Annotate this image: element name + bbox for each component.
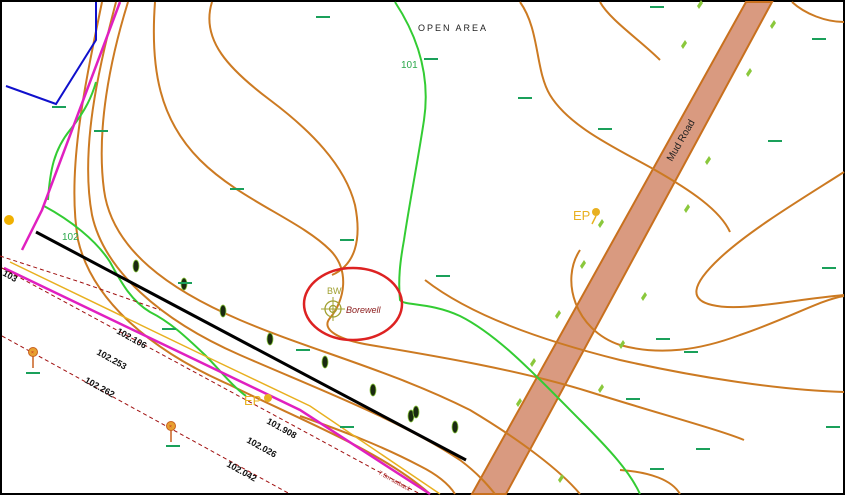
spot-height [598,128,612,130]
svg-text:×: × [31,350,34,356]
shrub-icon [266,332,274,346]
electric-pole-icon [4,215,14,225]
spot-height [626,398,640,400]
shrub-icon [219,304,227,318]
electric-pole-icon [264,394,272,402]
spot-height [26,372,40,374]
spot-height [684,351,698,353]
spot-height [178,282,192,284]
spot-height [518,97,532,99]
map-canvas: × × OPEN AREA 101 102 Mud Road BW Borewe… [0,0,845,495]
spot-height [436,275,450,277]
shrub-icon [132,259,140,273]
spot-height [52,106,66,108]
open-area-label: OPEN AREA [418,23,488,33]
spot-height [650,6,664,8]
ep-label: EP [573,208,590,223]
spot-height [656,338,670,340]
spot-height [296,349,310,351]
spot-height [230,188,244,190]
spot-height [424,58,438,60]
shrub-icon [412,405,420,419]
spot-height [94,130,108,132]
spot-height [822,267,836,269]
contour-101-label: 101 [401,60,418,71]
spot-height [340,239,354,241]
spot-height [826,426,840,428]
spot-height [316,16,330,18]
contour-102-label: 102 [62,232,79,243]
spot-height [768,140,782,142]
ep-label: EP [244,393,261,408]
spot-height [340,426,354,428]
borewell-label: Borewell [346,305,382,315]
spot-height [162,328,176,330]
site-survey-map[interactable]: × × OPEN AREA 101 102 Mud Road BW Borewe… [0,0,845,495]
spot-height [696,448,710,450]
svg-text:×: × [169,424,172,430]
spot-height [812,38,826,40]
borewell-code-label: BW [327,286,342,296]
shrub-icon [369,383,377,397]
spot-height [650,468,664,470]
spot-height [166,445,180,447]
shrub-icon [321,355,329,369]
shrub-icon [451,420,459,434]
